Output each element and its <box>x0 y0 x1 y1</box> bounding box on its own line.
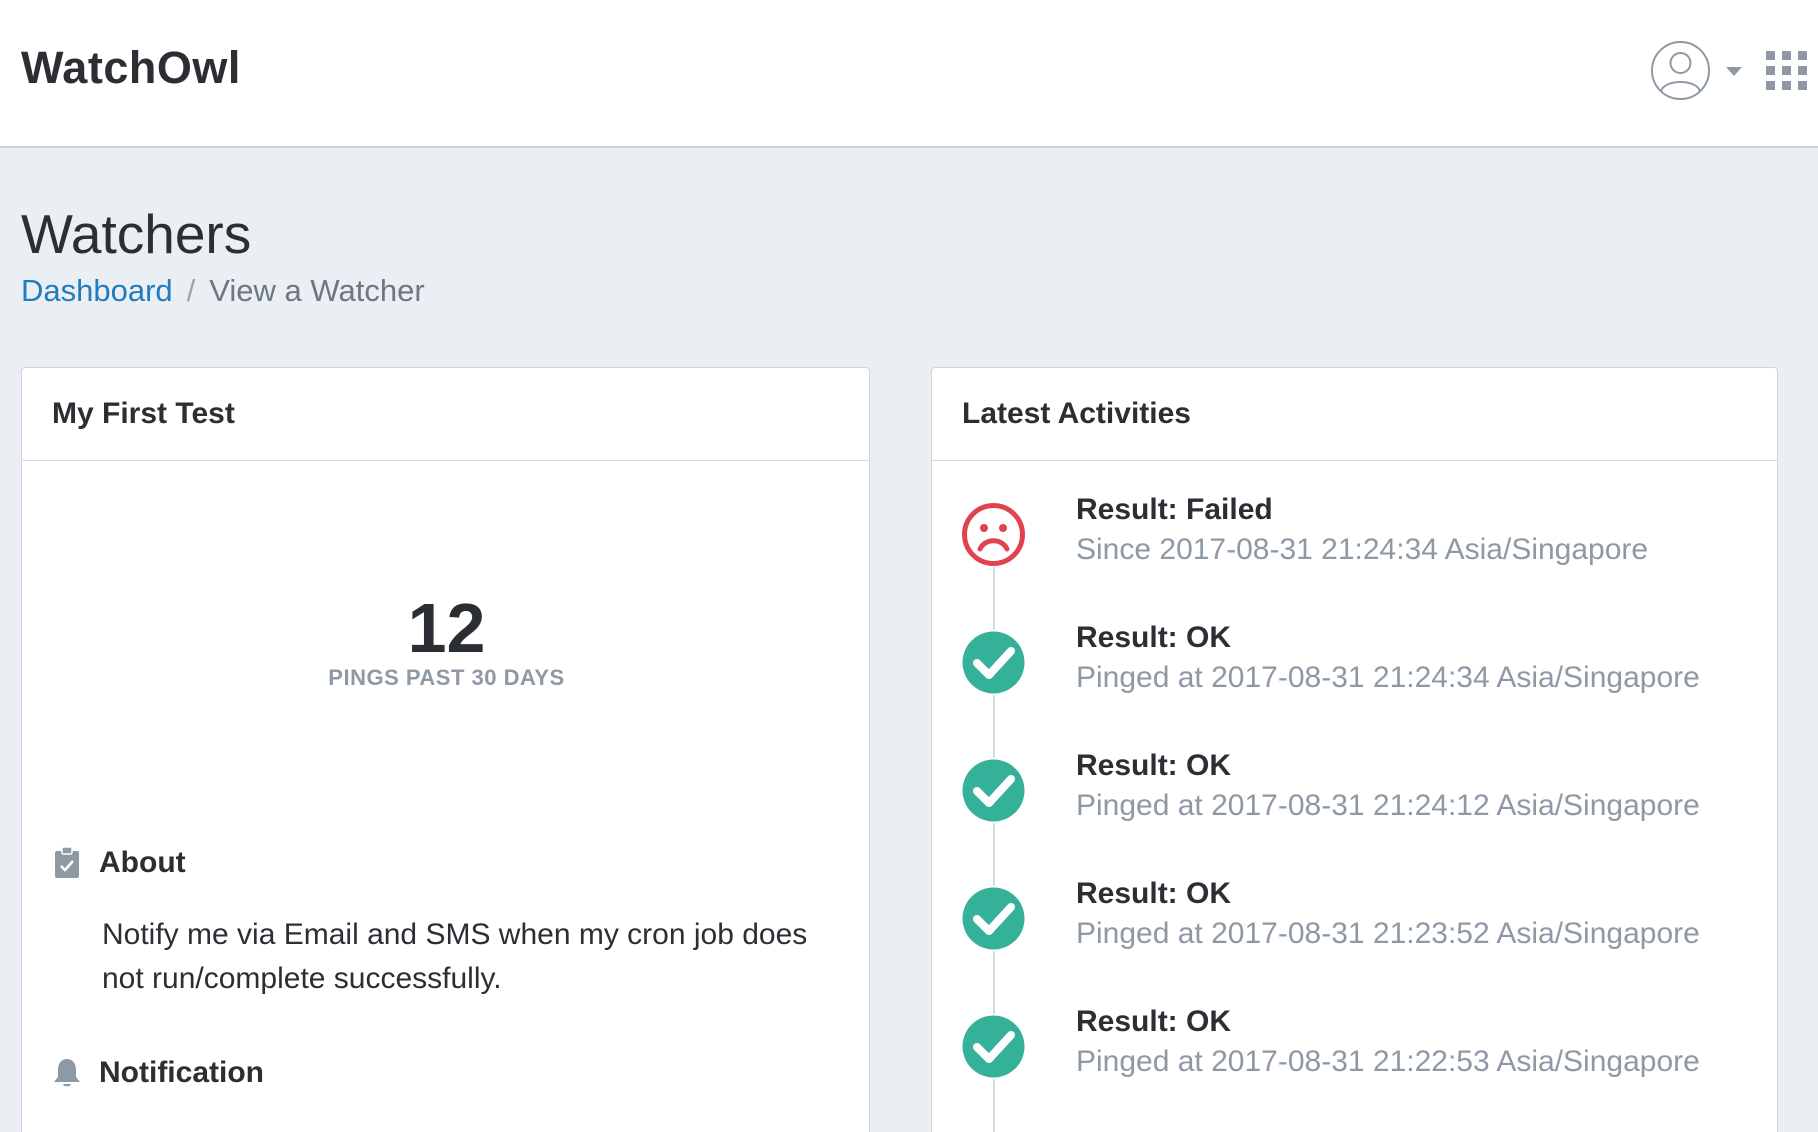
about-description: Notify me via Email and SMS when my cron… <box>102 918 808 995</box>
breadcrumb-separator: / <box>186 273 196 308</box>
breadcrumb-current: View a Watcher <box>209 273 425 308</box>
grid-dots-icon[interactable] <box>1766 51 1810 91</box>
page-title: Watchers <box>21 203 252 265</box>
brand-logo[interactable]: WatchOwl <box>21 42 241 94</box>
activity-detail: Pinged at 2017-08-31 21:24:34 Asia/Singa… <box>1076 661 1700 694</box>
about-section-heading: About <box>52 846 186 880</box>
notification-title: Notification <box>99 1056 264 1089</box>
caret-down-icon[interactable] <box>1726 67 1742 76</box>
top-navbar: WatchOwl <box>0 0 1818 148</box>
activity-title: Result: OK <box>1076 877 1232 910</box>
activity-title: Result: OK <box>1076 749 1232 782</box>
check-circle-icon <box>961 1014 1026 1079</box>
watcher-card-title: My First Test <box>22 368 869 461</box>
pings-count: 12 <box>407 589 486 667</box>
notification-section-heading: Notification <box>52 1056 264 1090</box>
activity-title: Result: OK <box>1076 621 1232 654</box>
bell-icon <box>52 1056 82 1090</box>
sad-face-icon <box>961 502 1026 567</box>
activity-detail: Pinged at 2017-08-31 21:24:12 Asia/Singa… <box>1076 789 1700 822</box>
activities-card: Latest Activities Result: Failed Since 2… <box>931 367 1778 1132</box>
breadcrumb: Dashboard / View a Watcher <box>21 273 425 309</box>
activity-detail: Since 2017-08-31 21:24:34 Asia/Singapore <box>1076 533 1649 566</box>
activity-detail: Pinged at 2017-08-31 21:22:53 Asia/Singa… <box>1076 1045 1700 1078</box>
activity-detail: Pinged at 2017-08-31 21:23:52 Asia/Singa… <box>1076 917 1700 950</box>
breadcrumb-dashboard-link[interactable]: Dashboard <box>21 273 173 308</box>
clipboard-check-icon <box>52 846 82 880</box>
about-title: About <box>99 846 186 879</box>
activities-card-title: Latest Activities <box>932 368 1777 461</box>
check-circle-icon <box>961 630 1026 695</box>
activity-title: Result: OK <box>1076 1005 1232 1038</box>
check-circle-icon <box>961 758 1026 823</box>
check-circle-icon <box>961 886 1026 951</box>
watcher-card: My First Test 12 PINGS PAST 30 DAYS Abou… <box>21 367 870 1132</box>
activity-title: Result: Failed <box>1076 493 1273 526</box>
user-circle-icon[interactable] <box>1650 40 1711 101</box>
pings-label: PINGS PAST 30 DAYS <box>328 665 565 690</box>
